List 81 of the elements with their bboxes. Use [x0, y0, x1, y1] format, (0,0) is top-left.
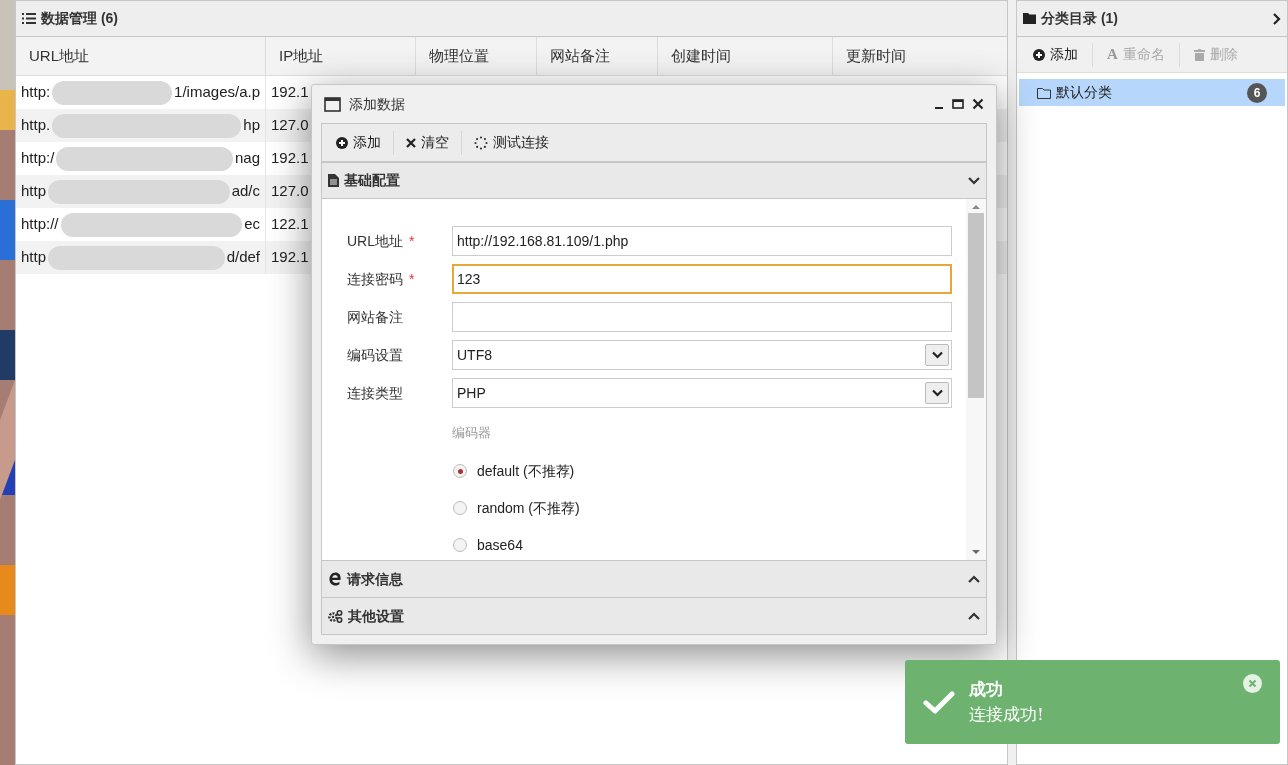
radio-option[interactable]: default (不推荐)	[453, 461, 575, 481]
category-item[interactable]: 默认分类 6	[1019, 79, 1285, 106]
column-header[interactable]: 更新时间	[833, 37, 1007, 75]
url-end: hp	[243, 115, 260, 136]
select-field[interactable]: PHP	[452, 378, 952, 408]
table-cell-text: 192.1	[271, 247, 309, 268]
url-start: http:	[21, 82, 51, 103]
toolbar-button[interactable]: 测试连接	[466, 128, 557, 157]
chevron-up-icon[interactable]	[968, 612, 980, 620]
document-icon	[328, 174, 339, 187]
select-field[interactable]: UTF8	[452, 340, 952, 370]
gears-icon	[328, 609, 343, 623]
encoder-label: 编码器	[452, 425, 491, 440]
table-cell-text: 127.0	[271, 115, 309, 136]
window-icon	[324, 96, 341, 112]
scrollbar[interactable]	[966, 199, 986, 560]
radio-button[interactable]	[453, 538, 467, 552]
input-field[interactable]: 123	[452, 264, 952, 294]
column-header[interactable]: 创建时间	[658, 37, 833, 75]
folder-icon	[1023, 13, 1036, 24]
trash-icon	[1193, 48, 1205, 61]
close-icon	[406, 137, 416, 148]
field-label: 连接类型	[347, 383, 403, 403]
url-start: http:/	[21, 148, 55, 169]
column-header[interactable]: URL地址	[16, 37, 266, 75]
field-label: 编码设置	[347, 345, 403, 365]
checkmark-icon	[923, 690, 955, 714]
radio-button[interactable]	[453, 464, 467, 478]
radio-button[interactable]	[453, 501, 467, 515]
radio-option[interactable]: base64	[453, 535, 523, 555]
list-icon	[22, 13, 36, 24]
close-icon[interactable]	[972, 98, 984, 110]
maximize-icon[interactable]	[952, 98, 964, 110]
section-header[interactable]: 请求信息	[322, 560, 986, 597]
section-header[interactable]: 其他设置	[322, 597, 986, 634]
dropdown-icon[interactable]	[925, 344, 949, 366]
toast-message: 连接成功!	[969, 703, 1045, 726]
table-cell-text: 192.1	[271, 148, 309, 169]
url-end: 1/images/a.p	[174, 82, 260, 103]
spinner-icon	[474, 135, 488, 150]
table-cell-text: 127.0	[271, 181, 309, 202]
folder-outline-icon	[1037, 86, 1051, 99]
url-start: http	[21, 247, 47, 268]
chevron-down-icon[interactable]	[968, 176, 980, 185]
panel-title: 数据管理 (6)	[41, 9, 118, 28]
plus-circle-icon	[1033, 48, 1045, 61]
section-header[interactable]: 基础配置	[322, 162, 986, 199]
category-label: 默认分类	[1056, 83, 1113, 102]
input-field[interactable]: http://192.168.81.109/1.php	[452, 226, 952, 256]
url-end: ad/c	[231, 181, 260, 202]
url-end: ec	[244, 214, 260, 235]
toolbar-button[interactable]: 添加	[1025, 40, 1086, 69]
toast-title: 成功	[969, 677, 1004, 701]
field-label: 网站备注	[347, 307, 403, 327]
panel-title: 分类目录 (1)	[1041, 9, 1119, 28]
plus-circle-icon	[336, 136, 348, 149]
required-mark: *	[409, 231, 415, 251]
toolbar-button[interactable]: 添加	[328, 128, 389, 157]
browser-e-icon	[328, 572, 342, 586]
table-cell-text: 192.1	[271, 82, 309, 103]
field-label: 连接密码	[347, 269, 403, 289]
table-cell-text: 122.1	[271, 214, 309, 235]
required-mark: *	[409, 269, 415, 289]
input-field[interactable]	[452, 302, 952, 332]
toolbar-button[interactable]: 清空	[398, 128, 457, 157]
url-start: http	[21, 181, 47, 202]
url-end: nag	[234, 148, 260, 169]
dropdown-icon[interactable]	[925, 382, 949, 404]
chevron-up-icon[interactable]	[968, 575, 980, 583]
field-label: URL地址	[347, 231, 403, 251]
window-title: 添加数据	[349, 94, 406, 114]
column-header[interactable]: IP地址	[266, 37, 416, 75]
chevron-right-icon[interactable]	[1273, 12, 1281, 25]
letter-icon: A	[1107, 43, 1118, 66]
column-header[interactable]: 网站备注	[537, 37, 658, 75]
column-header[interactable]: 物理位置	[416, 37, 537, 75]
url-start: http://	[21, 214, 59, 235]
count-badge: 6	[1247, 82, 1267, 103]
url-end: d/def	[226, 247, 260, 268]
url-start: http.	[21, 115, 51, 136]
radio-option[interactable]: random (不推荐)	[453, 498, 580, 518]
